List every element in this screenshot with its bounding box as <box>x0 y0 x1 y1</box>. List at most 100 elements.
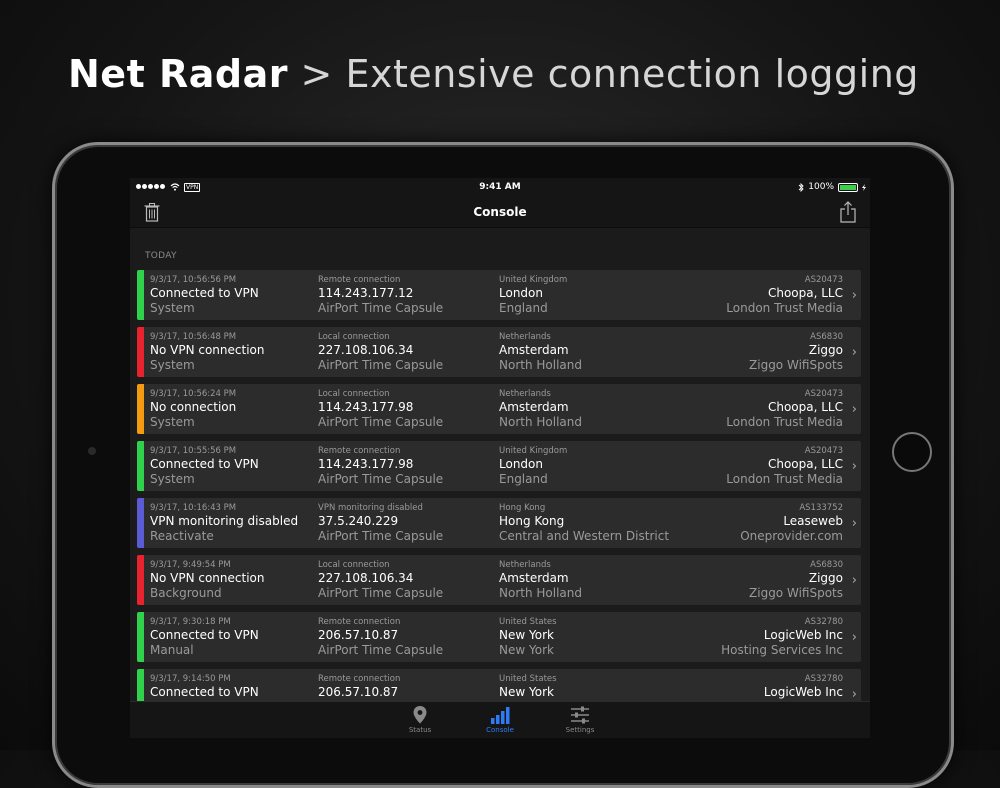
status-color-bar <box>137 669 144 702</box>
event-column: 9/3/17, 10:56:48 PM No VPN connection Syst… <box>150 332 265 373</box>
log-row[interactable]: 9/3/17, 10:55:56 PM Connected to VPN Syste… <box>137 441 861 491</box>
asn: AS20473 <box>804 275 843 285</box>
share-icon[interactable] <box>840 201 856 223</box>
region: North Holland <box>499 415 582 429</box>
log-row[interactable]: 9/3/17, 10:56:48 PM No VPN connection Syst… <box>137 327 861 377</box>
connection-type: Local connection <box>318 332 390 342</box>
connection-column: VPN monitoring disabled 37.5.240.229 AirPo… <box>318 503 443 544</box>
status-color-bar <box>137 555 144 605</box>
organization: London Trust Media <box>726 415 843 429</box>
country: Netherlands <box>499 560 551 570</box>
status-color-bar <box>137 327 144 377</box>
isp: Leaseweb <box>783 514 843 528</box>
event-timestamp: 9/3/17, 9:49:54 PM <box>150 560 231 570</box>
organization: Ziggo WifiSpots <box>749 586 843 600</box>
network-device: AirPort Time Capsule <box>318 472 444 486</box>
log-row[interactable]: 9/3/17, 10:56:24 PM No connection System Lo… <box>137 384 861 434</box>
tab-status[interactable]: Status <box>400 702 440 738</box>
event-column: 9/3/17, 9:49:54 PM No VPN connection Backg… <box>150 560 265 601</box>
city: Amsterdam <box>499 400 569 414</box>
city: New York <box>499 628 554 642</box>
event-timestamp: 9/3/17, 9:30:18 PM <box>150 617 231 627</box>
location-column: Netherlands Amsterdam North Holland <box>499 560 582 601</box>
battery-percent: 100% <box>808 182 834 192</box>
console-log-list[interactable]: TODAY 9/3/17, 10:56:56 PM Connected to VP… <box>130 228 870 702</box>
region: Central and Western District <box>499 529 670 543</box>
tab-settings[interactable]: Settings <box>560 702 600 738</box>
isp: LogicWeb Inc <box>763 685 843 699</box>
location-column: United Kingdom London England <box>499 275 567 316</box>
event-status: VPN monitoring disabled <box>150 514 299 528</box>
network-device: AirPort Time Capsule <box>318 643 444 657</box>
event-column: 9/3/17, 9:14:50 PMConnected to VPNManual <box>150 674 259 702</box>
network-device: AirPort Time Capsule <box>318 358 444 372</box>
tab-bar: Status Console Settings <box>130 701 870 738</box>
event-source: Manual <box>150 643 194 657</box>
app-screen: VPN 9:41 AM 100% Console TODAY 9/3/17, 1… <box>130 178 870 738</box>
tab-console[interactable]: Console <box>480 702 520 738</box>
location-column: United StatesNew YorkNew York <box>499 617 557 658</box>
home-button[interactable] <box>892 432 932 472</box>
status-color-bar <box>137 498 144 548</box>
asn: AS133752 <box>799 503 843 513</box>
country: Netherlands <box>499 332 551 342</box>
ip-address: 37.5.240.229 <box>318 514 399 528</box>
network-device: AirPort Time Capsule <box>318 415 444 429</box>
country: United States <box>499 674 557 684</box>
chevron-right-icon: › <box>851 459 857 474</box>
status-color-bar <box>137 270 144 320</box>
provider-column: AS32780LogicWeb IncHosting Services Inc <box>721 617 843 658</box>
log-row[interactable]: 9/3/17, 10:56:56 PM Connected to VPN Syste… <box>137 270 861 320</box>
event-source: System <box>150 301 195 315</box>
connection-column: Local connection 227.108.106.34 AirPort Ti… <box>318 560 443 601</box>
log-row[interactable]: 9/3/17, 9:30:18 PM Connected to VPN Manual… <box>137 612 861 662</box>
event-column: 9/3/17, 10:55:56 PM Connected to VPN Syste… <box>150 446 259 487</box>
camera-icon <box>88 447 96 455</box>
connection-column: Remote connection 114.243.177.12 AirPort T… <box>318 275 443 316</box>
event-column: 9/3/17, 10:16:43 PM VPN monitoring disabl… <box>150 503 298 544</box>
navigation-bar: Console <box>130 198 870 228</box>
country: Netherlands <box>499 389 551 399</box>
location-column: Netherlands Amsterdam North Holland <box>499 332 582 373</box>
event-timestamp: 9/3/17, 10:56:56 PM <box>150 275 237 285</box>
bar-chart-icon <box>491 707 510 724</box>
status-color-bar <box>137 612 144 662</box>
log-row[interactable]: 9/3/17, 9:14:50 PMConnected to VPNManual… <box>137 669 861 702</box>
status-bar: VPN 9:41 AM 100% <box>130 178 870 198</box>
region: North Holland <box>499 586 582 600</box>
event-status: Connected to VPN <box>150 628 259 642</box>
provider-column: AS32780LogicWeb IncHosting Services Inc <box>721 674 843 702</box>
country: United Kingdom <box>499 446 568 456</box>
event-source: System <box>150 472 195 486</box>
city: New York <box>499 685 554 699</box>
provider-column: AS20473 Choopa, LLC London Trust Media <box>726 389 843 430</box>
connection-column: Remote connection 114.243.177.98 AirPort T… <box>318 446 443 487</box>
connection-type: Local connection <box>318 389 390 399</box>
isp: Ziggo <box>808 343 843 357</box>
bluetooth-icon <box>798 182 804 192</box>
connection-type: Local connection <box>318 560 390 570</box>
log-row[interactable]: 9/3/17, 9:49:54 PM No VPN connection Backg… <box>137 555 861 605</box>
event-source: Reactivate <box>150 529 214 543</box>
city: Amsterdam <box>499 571 569 585</box>
city: Amsterdam <box>499 343 569 357</box>
city: London <box>499 457 543 471</box>
log-row[interactable]: 9/3/17, 10:16:43 PM VPN monitoring disabl… <box>137 498 861 548</box>
ip-address: 227.108.106.34 <box>318 571 414 585</box>
event-column: 9/3/17, 10:56:56 PM Connected to VPN Syste… <box>150 275 259 316</box>
headline-tagline: Extensive connection logging <box>345 52 919 96</box>
chevron-right-icon: › <box>851 630 857 645</box>
network-device: AirPort Time Capsule <box>318 529 444 543</box>
event-timestamp: 9/3/17, 10:16:43 PM <box>150 503 237 513</box>
status-color-bar <box>137 384 144 434</box>
location-column: United Kingdom London England <box>499 446 567 487</box>
event-status: Connected to VPN <box>150 685 259 699</box>
ip-address: 206.57.10.87 <box>318 628 399 642</box>
ip-address: 227.108.106.34 <box>318 343 414 357</box>
connection-column: Remote connection206.57.10.87AirPort Tim… <box>318 617 443 658</box>
event-source: Background <box>150 586 222 600</box>
organization: Ziggo WifiSpots <box>749 358 843 372</box>
tab-console-label: Console <box>486 726 514 734</box>
isp: Ziggo <box>808 571 843 585</box>
section-header-today: TODAY <box>145 251 177 261</box>
